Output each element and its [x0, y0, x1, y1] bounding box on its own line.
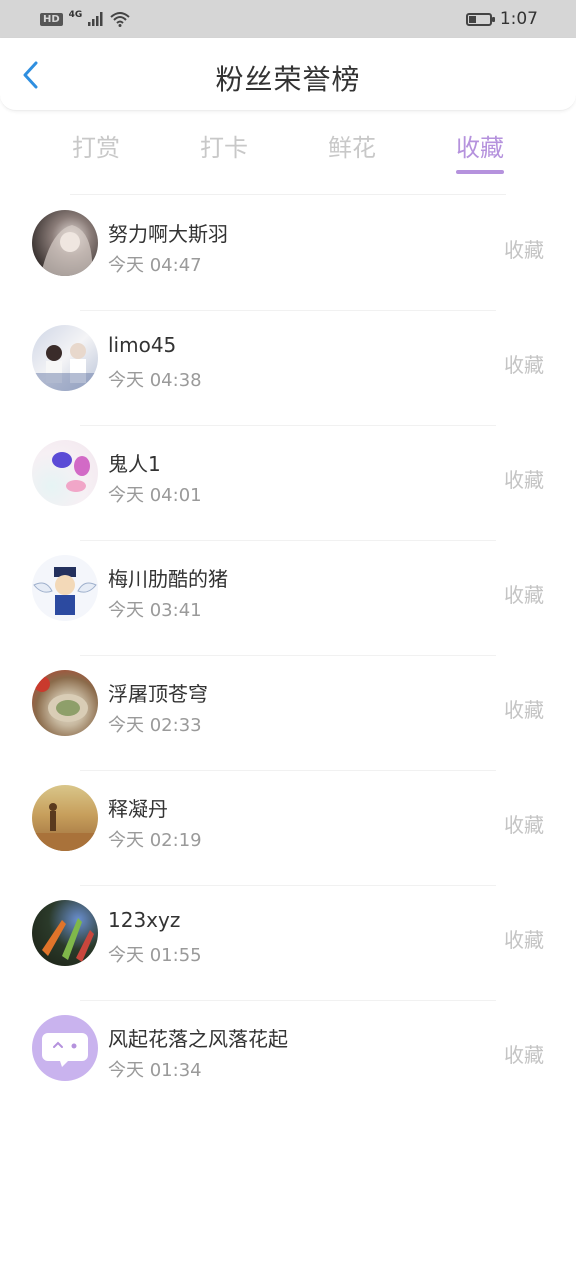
favorite-label: 收藏 — [504, 468, 544, 492]
tab-label: 打赏 — [72, 134, 120, 162]
fan-time: 今天 01:34 — [108, 1060, 202, 1081]
fan-name: limo45 — [108, 333, 177, 357]
fan-name: 123xyz — [108, 908, 181, 932]
fan-time: 今天 04:38 — [108, 370, 202, 391]
favorite-label: 收藏 — [504, 1043, 544, 1067]
tab-label: 鲜花 — [328, 134, 376, 162]
list-item[interactable]: 123xyz 今天 01:55 收藏 — [0, 886, 576, 1001]
page-title: 粉丝荣誉榜 — [215, 63, 361, 96]
status-left: HD 4G — [40, 10, 130, 27]
fan-name: 鬼人1 — [108, 452, 161, 476]
list-item[interactable]: 风起花落之风落花起 今天 01:34 收藏 — [0, 1001, 576, 1116]
list-item[interactable]: 鬼人1 今天 04:01 收藏 — [0, 426, 576, 541]
signal-icon — [88, 12, 103, 26]
fan-list: 努力啊大斯羽 今天 04:47 收藏 limo45 今天 04:38 收藏 鬼人… — [0, 196, 576, 1116]
avatar[interactable] — [32, 900, 98, 966]
fan-name: 努力啊大斯羽 — [108, 222, 228, 246]
divider — [70, 194, 506, 195]
tab-flowers[interactable]: 鲜花 — [292, 128, 412, 163]
fan-time: 今天 02:19 — [108, 830, 202, 851]
avatar[interactable] — [32, 555, 98, 621]
tab-checkin[interactable]: 打卡 — [164, 128, 284, 163]
list-item[interactable]: 释凝丹 今天 02:19 收藏 — [0, 771, 576, 886]
fan-name: 浮屠顶苍穹 — [108, 682, 208, 706]
nav-header: 粉丝荣誉榜 — [0, 38, 576, 111]
avatar[interactable] — [32, 670, 98, 736]
fan-name: 释凝丹 — [108, 797, 168, 821]
network-label: 4G — [68, 10, 83, 20]
tab-favorites[interactable]: 收藏 — [420, 128, 540, 174]
favorite-label: 收藏 — [504, 813, 544, 837]
favorite-label: 收藏 — [504, 353, 544, 377]
tab-label: 收藏 — [456, 134, 504, 162]
status-bar: HD 4G 1:07 — [0, 0, 576, 38]
tab-bar: 打赏 打卡 鲜花 收藏 — [0, 118, 576, 178]
list-item[interactable]: 梅川肋酷的猪 今天 03:41 收藏 — [0, 541, 576, 656]
avatar[interactable] — [32, 325, 98, 391]
fan-time: 今天 04:47 — [108, 255, 202, 276]
fan-time: 今天 03:41 — [108, 600, 202, 621]
fan-name: 梅川肋酷的猪 — [108, 567, 228, 591]
status-right: 1:07 — [465, 9, 538, 29]
battery-icon — [465, 12, 495, 26]
chat-bubble-icon — [42, 1033, 88, 1067]
avatar[interactable] — [32, 440, 98, 506]
favorite-label: 收藏 — [504, 698, 544, 722]
fan-time: 今天 04:01 — [108, 485, 202, 506]
tab-label: 打卡 — [200, 134, 248, 162]
avatar[interactable] — [32, 785, 98, 851]
fan-time: 今天 01:55 — [108, 945, 202, 966]
favorite-label: 收藏 — [504, 583, 544, 607]
wifi-icon — [110, 12, 130, 27]
fan-name: 风起花落之风落花起 — [108, 1027, 288, 1051]
fan-time: 今天 02:33 — [108, 715, 202, 736]
tab-reward[interactable]: 打赏 — [36, 128, 156, 163]
list-item[interactable]: 努力啊大斯羽 今天 04:47 收藏 — [0, 196, 576, 311]
hd-badge: HD — [40, 12, 63, 26]
favorite-label: 收藏 — [504, 238, 544, 262]
list-item[interactable]: 浮屠顶苍穹 今天 02:33 收藏 — [0, 656, 576, 771]
active-tab-indicator — [456, 170, 504, 174]
list-item[interactable]: limo45 今天 04:38 收藏 — [0, 311, 576, 426]
avatar[interactable] — [32, 1015, 98, 1081]
avatar[interactable] — [32, 210, 98, 276]
clock: 1:07 — [499, 9, 538, 29]
favorite-label: 收藏 — [504, 928, 544, 952]
